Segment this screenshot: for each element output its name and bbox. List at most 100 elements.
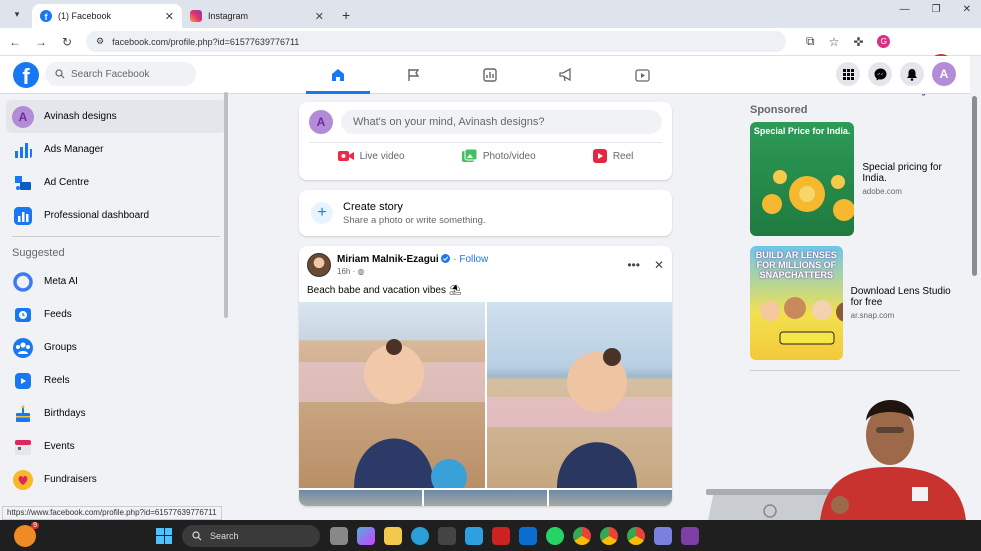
flower-image bbox=[762, 170, 855, 221]
file-explorer-icon[interactable] bbox=[384, 526, 402, 545]
post-text: Beach babe and vacation vibes bbox=[307, 285, 446, 296]
sidebar-item-birthdays[interactable]: Birthdays bbox=[6, 397, 226, 430]
live-video-button[interactable]: Live video bbox=[337, 149, 405, 163]
more-photos-row[interactable] bbox=[299, 490, 672, 506]
account-avatar[interactable]: A bbox=[932, 62, 956, 86]
sidebar-item-meta-ai[interactable]: Meta AI bbox=[6, 265, 226, 298]
post-composer: A What's on your mind, Avinash designs? … bbox=[299, 102, 672, 180]
create-story-card[interactable]: + Create story Share a photo or write so… bbox=[299, 190, 672, 236]
sidebar-item-ads-manager[interactable]: Ads Manager bbox=[6, 133, 226, 166]
taskbar-search-input[interactable]: Search bbox=[182, 524, 320, 547]
globe-icon: · ◍ bbox=[352, 267, 365, 276]
divider bbox=[750, 370, 960, 371]
baby-photo-image bbox=[486, 348, 672, 488]
browser-tab-bar: ▾ f (1) Facebook ✕ Instagram ✕ + — ❐ ✕ bbox=[0, 0, 981, 28]
tab-facebook[interactable]: f (1) Facebook ✕ bbox=[32, 4, 182, 28]
post-photo[interactable] bbox=[299, 302, 485, 488]
photo-video-button[interactable]: Photo/video bbox=[461, 149, 536, 163]
tab-title: (1) Facebook bbox=[58, 11, 112, 21]
messenger-button[interactable] bbox=[868, 62, 892, 86]
sidebar-item-professional-dashboard[interactable]: Professional dashboard bbox=[6, 199, 226, 232]
sidebar-item-label: Meta AI bbox=[44, 276, 78, 287]
new-tab-icon[interactable]: + bbox=[342, 7, 350, 23]
ad-image[interactable]: BUILD AR LENSES FOR MILLIONS OF SNAPCHAT… bbox=[750, 246, 843, 360]
tab-instagram[interactable]: Instagram ✕ bbox=[182, 4, 332, 28]
nav-insights[interactable] bbox=[452, 56, 528, 94]
photo-video-label: Photo/video bbox=[482, 150, 536, 162]
divider bbox=[309, 142, 662, 143]
more-options-icon[interactable]: ••• bbox=[627, 258, 640, 272]
mcafee-icon[interactable] bbox=[492, 526, 510, 545]
chrome-profile-icon[interactable] bbox=[600, 526, 618, 545]
search-input[interactable]: Search Facebook bbox=[45, 62, 196, 86]
plus-icon: + bbox=[311, 202, 333, 224]
avatar[interactable]: A bbox=[309, 110, 333, 134]
post-photo[interactable] bbox=[486, 302, 672, 488]
close-window-icon[interactable]: ✕ bbox=[963, 4, 971, 15]
nav-ads[interactable] bbox=[528, 56, 604, 94]
weather-icon[interactable]: 9 bbox=[14, 521, 39, 547]
back-icon[interactable]: ← bbox=[8, 35, 22, 49]
teams-icon[interactable] bbox=[654, 526, 672, 545]
url-input[interactable]: ⚙ facebook.com/profile.php?id=6157763977… bbox=[86, 31, 786, 52]
copilot-icon[interactable] bbox=[357, 526, 375, 545]
forward-icon[interactable]: → bbox=[34, 35, 48, 49]
ad-headline[interactable]: Download Lens Studio for free bbox=[851, 286, 960, 308]
sidebar-item-groups[interactable]: Groups bbox=[6, 331, 226, 364]
sidebar-item-events[interactable]: Events bbox=[6, 430, 226, 463]
sidebar-item-fundraisers[interactable]: Fundraisers bbox=[6, 463, 226, 496]
ad-image[interactable]: Special Price for India. bbox=[750, 122, 855, 236]
minimize-icon[interactable]: — bbox=[900, 4, 910, 15]
start-button[interactable] bbox=[156, 527, 172, 544]
whatsapp-icon[interactable] bbox=[546, 526, 564, 545]
reload-icon[interactable]: ↻ bbox=[60, 35, 74, 49]
page-scrollbar[interactable] bbox=[972, 96, 977, 276]
author-avatar[interactable] bbox=[307, 253, 331, 277]
edge-icon[interactable] bbox=[411, 526, 429, 545]
close-tab-icon[interactable]: ✕ bbox=[165, 10, 174, 23]
nav-pages[interactable] bbox=[376, 56, 452, 94]
extensions-icon[interactable]: ✜ bbox=[853, 35, 863, 49]
sidebar-item-ad-centre[interactable]: Ad Centre bbox=[6, 166, 226, 199]
store-icon[interactable] bbox=[438, 526, 456, 545]
nav-video[interactable] bbox=[604, 56, 680, 94]
reel-button[interactable]: Reel bbox=[592, 149, 633, 163]
author-name[interactable]: Miriam Malnik-Ezagui bbox=[337, 254, 439, 265]
chrome-profile-icon[interactable] bbox=[627, 526, 645, 545]
bookmark-star-icon[interactable]: ☆ bbox=[829, 35, 840, 49]
sidebar-item-reels[interactable]: Reels bbox=[6, 364, 226, 397]
taskbar-search-placeholder: Search bbox=[210, 530, 239, 541]
follow-link: · Follow bbox=[453, 254, 489, 265]
outlook-icon[interactable] bbox=[519, 526, 537, 545]
restore-icon[interactable]: ❐ bbox=[932, 4, 941, 15]
notifications-button[interactable] bbox=[900, 62, 924, 86]
site-info-icon[interactable]: ⚙ bbox=[96, 36, 104, 47]
baby-photo-image bbox=[299, 339, 485, 488]
install-app-icon[interactable]: ⧉ bbox=[806, 34, 815, 49]
sidebar-scrollbar[interactable] bbox=[224, 92, 228, 318]
close-icon[interactable]: ✕ bbox=[654, 258, 664, 272]
sponsored-ad[interactable]: Special Price for India. Special pricing… bbox=[750, 122, 960, 236]
chrome-icon[interactable] bbox=[573, 526, 591, 545]
messenger-icon bbox=[874, 68, 886, 80]
ad-image-text: BUILD AR LENSES FOR MILLIONS OF SNAPCHAT… bbox=[755, 250, 837, 280]
task-view-icon[interactable] bbox=[330, 526, 348, 545]
nav-home[interactable] bbox=[300, 56, 376, 94]
profile-icon[interactable]: G bbox=[877, 35, 891, 48]
ad-headline[interactable]: Special pricing for India. bbox=[862, 162, 960, 184]
weather-app-icon[interactable] bbox=[465, 526, 483, 545]
live-video-icon bbox=[337, 151, 354, 161]
post-time[interactable]: 16h bbox=[337, 267, 350, 276]
sidebar-item-feeds[interactable]: Feeds bbox=[6, 298, 226, 331]
close-tab-icon[interactable]: ✕ bbox=[315, 10, 324, 23]
facebook-logo-icon[interactable]: f bbox=[13, 62, 39, 88]
sidebar-item-label: Ads Manager bbox=[44, 144, 104, 155]
sidebar-item-label: Birthdays bbox=[44, 408, 86, 419]
composer-input[interactable]: What's on your mind, Avinash designs? bbox=[341, 110, 662, 134]
tab-search-icon[interactable]: ▾ bbox=[6, 3, 28, 25]
onenote-icon[interactable] bbox=[681, 526, 699, 545]
sidebar-item-profile[interactable]: A Avinash designs bbox=[6, 100, 226, 133]
menu-button[interactable] bbox=[836, 62, 860, 86]
video-icon bbox=[634, 68, 650, 82]
sponsored-ad[interactable]: BUILD AR LENSES FOR MILLIONS OF SNAPCHAT… bbox=[750, 246, 960, 360]
